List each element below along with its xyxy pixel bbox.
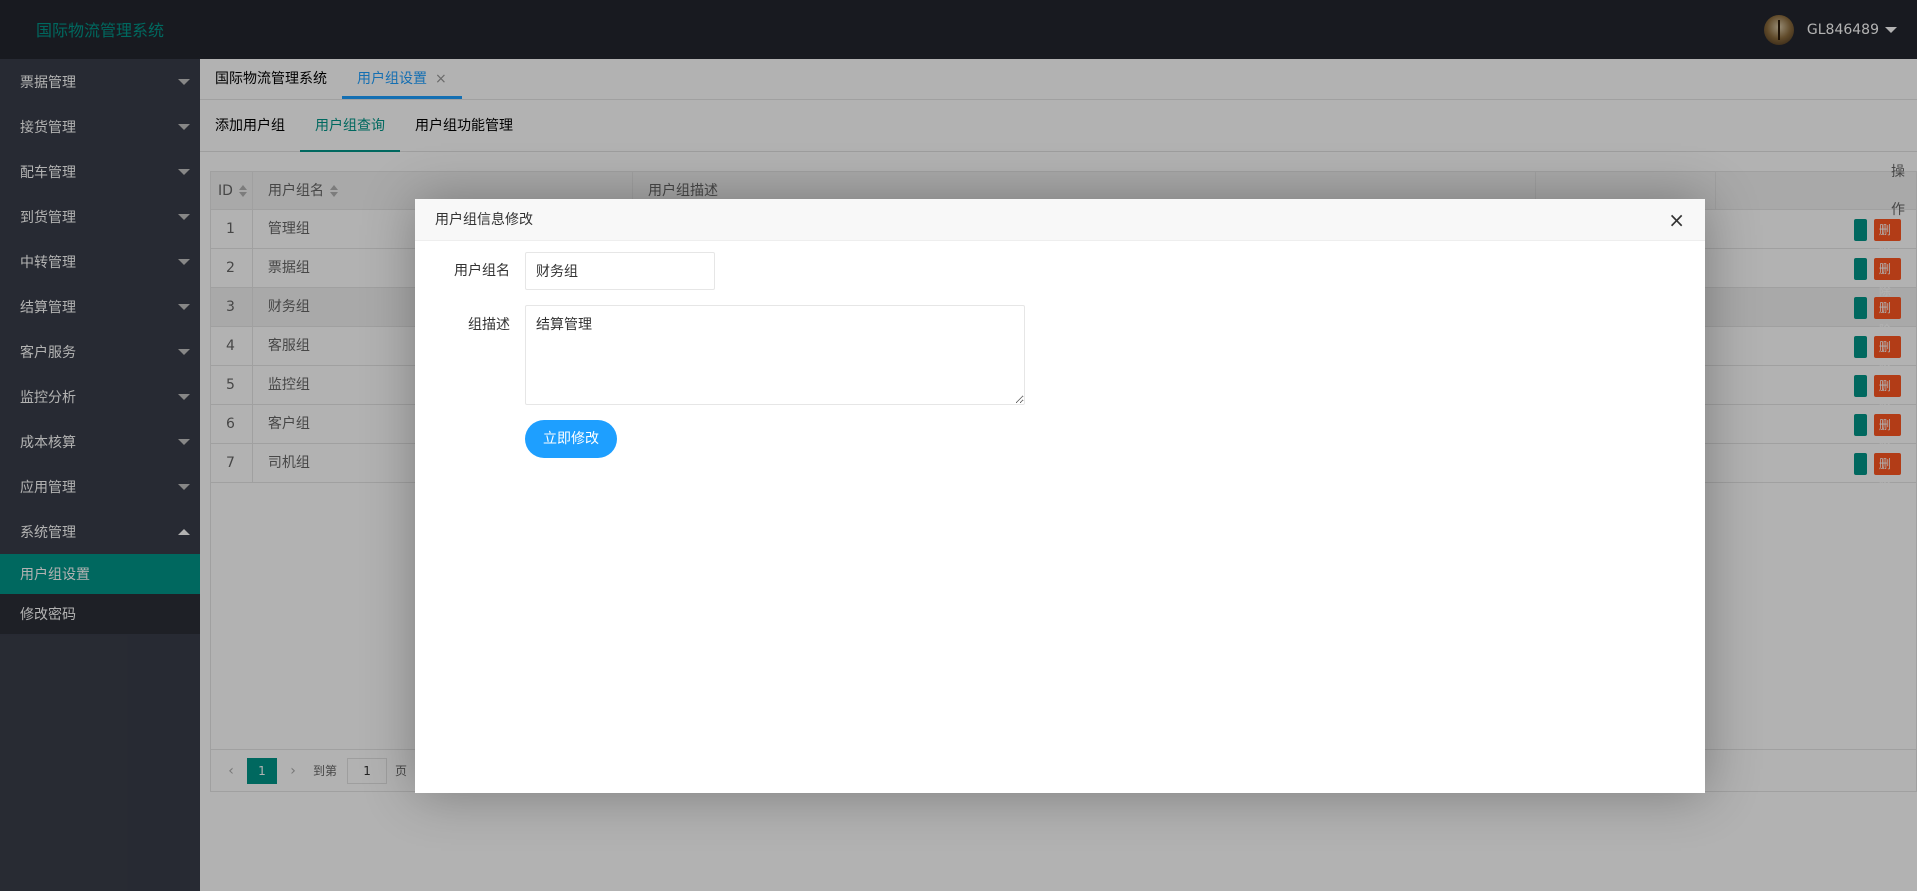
dialog-title: 用户组信息修改 — [435, 212, 533, 228]
usergroup-desc-textarea[interactable]: 结算管理 — [525, 305, 1025, 405]
close-icon[interactable]: × — [1668, 199, 1685, 241]
edit-usergroup-dialog: 用户组信息修改 × 用户组名 组描述 结算管理 立即修改 — [415, 199, 1705, 793]
desc-label: 组描述 — [468, 317, 510, 333]
dialog-title-bar: 用户组信息修改 × — [415, 199, 1705, 241]
form-row-name: 用户组名 — [415, 252, 715, 290]
form-row-desc: 组描述 结算管理 — [415, 305, 1025, 405]
submit-button[interactable]: 立即修改 — [525, 420, 617, 458]
usergroup-name-input[interactable] — [525, 252, 715, 290]
name-label: 用户组名 — [454, 263, 510, 279]
